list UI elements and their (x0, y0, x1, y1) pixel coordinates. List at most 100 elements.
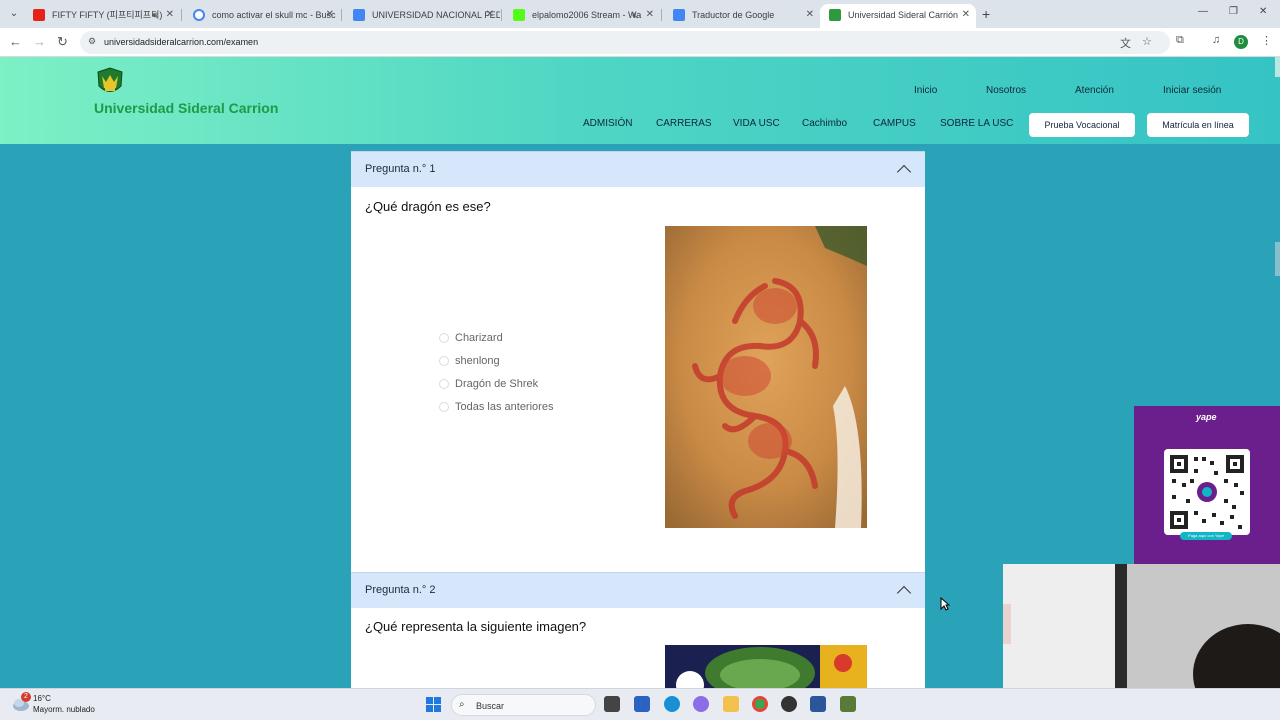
url-text[interactable]: universidadsideralcarrion.com/examen (104, 37, 258, 47)
notification-badge: 2 (21, 692, 31, 702)
search-icon: ⌕ (459, 699, 465, 710)
nav-carreras[interactable]: CARRERAS (656, 118, 712, 129)
exam-card: Pregunta n.° 1 ¿Qué dragón es ese? Chari… (351, 151, 925, 688)
matricula-button[interactable]: Matrícula en línea (1147, 113, 1249, 137)
copilot-icon[interactable] (693, 696, 709, 712)
nav-cachimbo[interactable]: Cachimbo (802, 118, 847, 129)
browser-tab[interactable]: FIFTY FIFTY (피프티피프티) 🔊︎ ✕ (24, 4, 180, 28)
close-tab-icon[interactable]: ✕ (486, 4, 494, 26)
answer-option[interactable]: Dragón de Shrek (439, 378, 553, 401)
extensions-icon[interactable]: ⧉ (1176, 34, 1184, 47)
close-tab-icon[interactable]: ✕ (962, 4, 970, 26)
new-tab-icon[interactable]: + (982, 6, 990, 22)
chevron-up-icon[interactable] (896, 585, 912, 601)
nav-atencion[interactable]: Atención (1075, 85, 1114, 96)
answer-option[interactable]: Charizard (439, 332, 553, 355)
translate-favicon-icon (673, 9, 685, 21)
bookmark-star-icon[interactable]: ☆ (1142, 35, 1152, 48)
back-icon[interactable]: ← (9, 34, 22, 50)
taskbar-search-placeholder: Buscar (476, 701, 505, 711)
widgets-icon[interactable] (634, 696, 650, 712)
browser-tab[interactable]: elpalomo2006 Stream - Wa 🔇︎ ✕ (504, 4, 660, 28)
answer-label: Todas las anteriores (455, 401, 554, 413)
browser-tab-active[interactable]: Universidad Sideral Carrión ✕ (820, 4, 976, 28)
restore-icon[interactable]: ❐ (1229, 6, 1238, 17)
browser-tab[interactable]: como activar el skull mc - Busc ✕ (184, 4, 340, 28)
page-scrollbar-top[interactable] (1275, 57, 1280, 77)
site-info-icon[interactable]: ⚙︎ (88, 36, 96, 47)
word-icon[interactable] (810, 696, 826, 712)
browser-tab-strip: ⌄ FIFTY FIFTY (피프티피프티) 🔊︎ ✕ como activar… (0, 0, 1280, 28)
tab-search-icon[interactable]: ⌄ (6, 6, 22, 22)
menu-kebab-icon[interactable]: ⋮ (1261, 34, 1272, 47)
question-1-options: Charizard shenlong Dragón de Shrek Todas… (439, 332, 553, 424)
radio-button[interactable] (439, 402, 449, 412)
nav-sobre-la-usc[interactable]: SOBRE LA USC (940, 118, 1013, 129)
close-tab-icon[interactable]: ✕ (166, 4, 174, 26)
minecraft-icon[interactable] (840, 696, 856, 712)
nav-inicio[interactable]: Inicio (914, 85, 937, 96)
close-tab-icon[interactable]: ✕ (806, 4, 814, 26)
youtube-favicon-icon (33, 9, 45, 21)
question-number: Pregunta n.° 2 (365, 584, 436, 596)
mouse-cursor-icon (940, 597, 950, 611)
omnibox[interactable]: ⚙︎ universidadsideralcarrion.com/examen … (80, 31, 1170, 54)
translate-icon[interactable]: 文 (1120, 35, 1131, 51)
profile-avatar[interactable]: D (1234, 35, 1248, 49)
task-view-icon[interactable] (604, 696, 620, 712)
nav-admision[interactable]: ADMISIÓN (583, 118, 632, 129)
taskbar-search[interactable]: ⌕ Buscar (451, 694, 596, 716)
windows-start-icon[interactable] (426, 697, 441, 712)
answer-option[interactable]: Todas las anteriores (439, 401, 553, 424)
question-2-image (665, 645, 867, 688)
nav-campus[interactable]: CAMPUS (873, 118, 916, 129)
tab-separator (501, 9, 502, 21)
tab-separator (181, 9, 182, 21)
answer-label: shenlong (455, 355, 500, 367)
chrome-icon[interactable] (752, 696, 768, 712)
dragon-tattoo-image (665, 226, 867, 528)
file-explorer-icon[interactable] (723, 696, 739, 712)
edge-browser-icon[interactable] (664, 696, 680, 712)
nav-vida-usc[interactable]: VIDA USC (733, 118, 780, 129)
page-scrollbar-thumb[interactable] (1275, 242, 1280, 276)
answer-option[interactable]: shenlong (439, 355, 553, 378)
minimize-icon[interactable]: — (1198, 6, 1208, 17)
radio-button[interactable] (439, 356, 449, 366)
qr-code-icon[interactable] (1164, 449, 1250, 535)
chevron-up-icon[interactable] (896, 164, 912, 180)
nav-nosotros[interactable]: Nosotros (986, 85, 1026, 96)
prueba-vocacional-button[interactable]: Prueba Vocacional (1029, 113, 1135, 137)
address-toolbar: ← → ↻ ⚙︎ universidadsideralcarrion.com/e… (0, 28, 1280, 57)
question-2-header[interactable]: Pregunta n.° 2 (351, 572, 925, 608)
browser-tab[interactable]: Traductor de Google ✕ (664, 4, 820, 28)
yape-ad-banner[interactable]: yape Paga aquí con Yape (1134, 406, 1280, 564)
browser-tab[interactable]: UNIVERSIDAD NACIONAL FED ✕ (344, 4, 500, 28)
temperature-text[interactable]: 16°C (33, 694, 51, 703)
speaker-muted-icon[interactable]: 🔇︎ (632, 4, 638, 26)
steam-icon[interactable] (781, 696, 797, 712)
nav-iniciar-sesion[interactable]: Iniciar sesión (1163, 85, 1221, 96)
kick-favicon-icon (513, 9, 525, 21)
webcam-overlay (1003, 564, 1280, 688)
media-control-icon[interactable]: ♫ (1212, 34, 1220, 46)
speaker-icon[interactable]: 🔊︎ (152, 4, 158, 26)
forward-icon[interactable]: → (33, 34, 46, 50)
answer-label: Charizard (455, 332, 503, 344)
radio-button[interactable] (439, 379, 449, 389)
site-brand-name[interactable]: Universidad Sideral Carrion (94, 100, 278, 116)
close-tab-icon[interactable]: ✕ (646, 4, 654, 26)
tab-separator (341, 9, 342, 21)
radio-button[interactable] (439, 333, 449, 343)
tab-title: FIFTY FIFTY (피프티피프티) (52, 10, 163, 20)
google-favicon-icon (193, 9, 205, 21)
close-window-icon[interactable]: ✕ (1259, 6, 1267, 17)
tab-title: Universidad Sideral Carrión (848, 10, 959, 20)
yape-logo: yape (1196, 412, 1217, 422)
university-logo-icon[interactable] (94, 66, 126, 98)
close-tab-icon[interactable]: ✕ (326, 4, 334, 26)
question-1-header[interactable]: Pregunta n.° 1 (351, 151, 925, 187)
yape-caption: Paga aquí con Yape (1180, 532, 1232, 540)
weather-description[interactable]: Mayorm. nublado (33, 705, 95, 714)
reload-icon[interactable]: ↻ (57, 34, 68, 50)
